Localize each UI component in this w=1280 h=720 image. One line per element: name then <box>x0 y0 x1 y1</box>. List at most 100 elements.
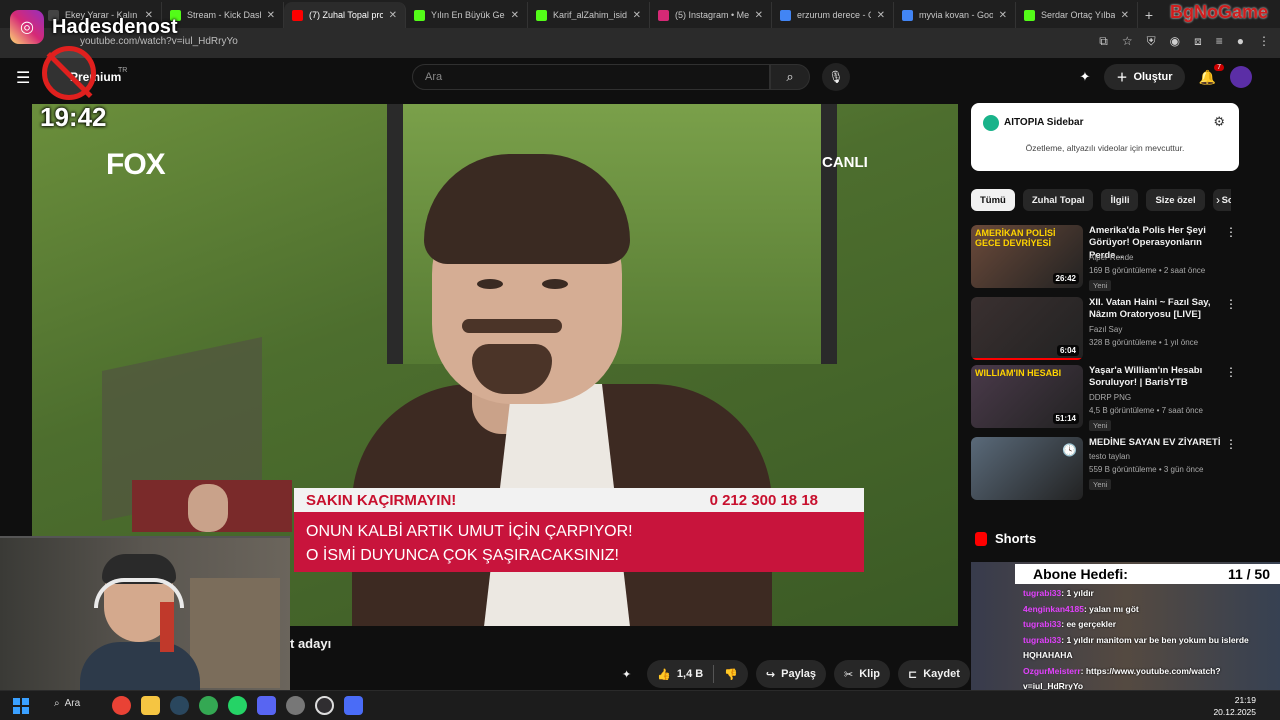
tab-label: Karif_alZahim_isid Str <box>553 10 627 20</box>
chrome-icon[interactable] <box>112 696 131 715</box>
browser-tab[interactable]: Yılın En Büyük Gecesi ✕ <box>406 2 528 28</box>
whatsapp-icon[interactable] <box>228 696 247 715</box>
new-badge: Yeni <box>1089 479 1112 490</box>
new-tab-button[interactable]: + <box>1138 2 1160 28</box>
search-button[interactable]: ⌕ <box>770 64 810 90</box>
install-icon[interactable]: ⧉ <box>1099 34 1108 49</box>
clock-time: 21:19 <box>1234 695 1256 705</box>
chat-username: 4enginkan4185 <box>1023 603 1084 614</box>
more-icon[interactable]: ⋮ <box>1225 365 1237 379</box>
discord-icon[interactable] <box>257 696 276 715</box>
close-icon[interactable]: ✕ <box>633 10 641 21</box>
channel-name[interactable]: Alper Rende <box>1089 253 1133 262</box>
obs-icon[interactable] <box>315 696 334 715</box>
puzzle-icon[interactable]: ⧈ <box>1194 34 1202 49</box>
create-button[interactable]: ＋ Oluştur <box>1104 64 1185 90</box>
clip-button[interactable]: ✂ Klip <box>834 660 891 688</box>
filter-chip[interactable]: Zuhal Topal <box>1022 189 1094 211</box>
taskbar-search[interactable]: ⌕ Ara <box>54 698 80 709</box>
recommendation-title[interactable]: MEDİNE SAYAN EV ZİYARETİ <box>1089 437 1221 449</box>
bookmark-star-icon[interactable]: ☆ <box>1122 34 1133 49</box>
close-icon[interactable]: ✕ <box>511 10 519 21</box>
folder-icon[interactable] <box>141 696 160 715</box>
instagram-overlay: ◎ Hadesdenost <box>10 10 178 44</box>
browser-tab[interactable]: erzurum derece - Goo ✕ <box>772 2 894 28</box>
voice-search-button[interactable]: 🎙 <box>822 63 850 91</box>
gear-icon[interactable]: ⚙ <box>1213 114 1225 130</box>
channel-name[interactable]: Fazıl Say <box>1089 325 1122 334</box>
subscriber-goal-label: Abone Hedefi: <box>1033 566 1128 582</box>
close-icon[interactable]: ✕ <box>1121 10 1129 21</box>
bgnogame-watermark: BgNoGame <box>1170 2 1269 22</box>
channel-name[interactable]: testo taylan <box>1089 452 1130 461</box>
video-thumbnail[interactable]: 6:04 <box>971 297 1083 360</box>
new-badge: Yeni <box>1089 280 1112 291</box>
chevron-right-icon[interactable]: › <box>1216 193 1220 207</box>
plus-icon: ＋ <box>1116 72 1128 84</box>
recommendation-item[interactable]: 6:04 XII. Vatan Haini ~ Fazıl Say, Nâzım … <box>971 297 1239 361</box>
avatar[interactable] <box>1230 66 1252 88</box>
more-icon[interactable]: ⋮ <box>1225 437 1237 451</box>
recommendation-item[interactable]: 🕓 MEDİNE SAYAN EV ZİYARETİ testo taylan 559… <box>971 437 1239 501</box>
browser-tab[interactable]: (5) Instagram • Mesaj ✕ <box>650 2 772 28</box>
tab-favicon-icon <box>414 9 425 21</box>
tab-label: Stream - Kick Dashbo <box>187 10 261 20</box>
dislike-button[interactable]: 👎 <box>714 668 748 681</box>
settings-icon[interactable] <box>286 696 305 715</box>
webcam-shelf <box>190 578 280 688</box>
chat-message: tugrabi33: 1 yıldır manitom var be ben y… <box>1023 633 1279 664</box>
profile-icon[interactable]: ● <box>1237 34 1244 49</box>
thumbs-up-icon: 👍 <box>657 668 671 681</box>
channel-name[interactable]: DDRP PNG <box>1089 393 1131 402</box>
video-thumbnail[interactable]: AMERİKAN POLİSİ GECE DEVRİYESİ 26:42 <box>971 225 1083 288</box>
recommendation-item[interactable]: WILLIAM'IN HESABI 51:14 Yaşar'a William'ın… <box>971 365 1239 431</box>
shorts-header: Shorts <box>975 531 1036 546</box>
video-thumbnail[interactable]: 🕓 <box>971 437 1083 500</box>
browser-tab[interactable]: Serdar Ortaç Yılbaşı ✕ <box>1016 2 1138 28</box>
browser-tab[interactable]: Karif_alZahim_isid Str ✕ <box>528 2 650 28</box>
browser-tab[interactable]: myvia kovan - Google ✕ <box>894 2 1016 28</box>
watch-later-icon[interactable]: 🕓 <box>1062 443 1077 457</box>
recommendation-item[interactable]: AMERİKAN POLİSİ GECE DEVRİYESİ 26:42 Ameri… <box>971 225 1239 291</box>
video-duration: 26:42 <box>1052 273 1079 284</box>
kebab-menu-icon[interactable]: ⋮ <box>1258 34 1270 49</box>
gift-icon[interactable]: ✦ <box>1080 69 1091 85</box>
extension-icon[interactable]: ◉ <box>1170 34 1180 49</box>
chrome-alt-icon[interactable] <box>199 696 218 715</box>
app-icon[interactable] <box>344 696 363 715</box>
browser-tab[interactable]: (7) Zuhal Topal progr ✕ <box>284 2 406 28</box>
menu-icon[interactable]: ☰ <box>16 68 30 88</box>
filter-chip[interactable]: İlgili <box>1101 189 1139 211</box>
instagram-handle: Hadesdenost <box>52 15 178 38</box>
video-thumbnail[interactable]: WILLIAM'IN HESABI 51:14 <box>971 365 1083 428</box>
browser-tab[interactable]: Stream - Kick Dashbo ✕ <box>162 2 284 28</box>
filter-chip[interactable]: Tümü <box>971 189 1015 211</box>
fox-logo: FOX <box>106 148 166 181</box>
close-icon[interactable]: ✕ <box>267 10 275 21</box>
shorts-icon <box>975 531 987 546</box>
like-count: 1,4 B <box>676 668 704 680</box>
more-icon[interactable]: ⋮ <box>1225 297 1237 311</box>
search-input[interactable]: Ara <box>412 64 770 90</box>
notifications-button[interactable]: 🔔 7 <box>1199 63 1224 86</box>
recommendation-title[interactable]: XII. Vatan Haini ~ Fazıl Say, Nâzım Orat… <box>1089 297 1221 322</box>
banner-line-2: O İSMİ DUYUNCA ÇOK ŞAŞIRACAKSINIZ! <box>306 547 619 564</box>
close-icon[interactable]: ✕ <box>389 10 397 21</box>
steam-icon[interactable] <box>170 696 189 715</box>
youtube-header: ☰ Premium TR Ara ⌕ 🎙 ✦ ＋ Oluştur 🔔 7 <box>0 58 1280 98</box>
close-icon[interactable]: ✕ <box>755 10 763 21</box>
save-button[interactable]: ⊏ Kaydet <box>898 660 970 688</box>
like-button[interactable]: 👍 1,4 B <box>647 668 713 681</box>
more-icon[interactable]: ⋮ <box>1225 225 1237 239</box>
windows-start-icon[interactable] <box>13 698 29 714</box>
close-icon[interactable]: ✕ <box>999 10 1007 21</box>
recommendation-title[interactable]: Yaşar'a William'ın Hesabı Soruluyor! | B… <box>1089 365 1221 390</box>
close-icon[interactable]: ✕ <box>877 10 885 21</box>
share-button[interactable]: ↪ Paylaş <box>755 660 827 688</box>
filter-chip[interactable]: Size özel <box>1146 189 1205 211</box>
banner-top: SAKIN KAÇIRMAYIN! 0 212 300 18 18 <box>294 488 864 512</box>
video-duration: 6:04 <box>1056 345 1079 356</box>
gift-button[interactable]: ✦ <box>614 660 639 688</box>
playlist-icon[interactable]: ≡ <box>1216 34 1223 49</box>
shield-icon[interactable]: ⛨ <box>1147 34 1156 49</box>
